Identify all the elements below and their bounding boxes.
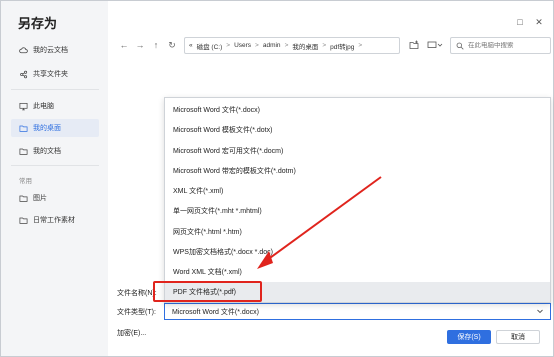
new-folder-icon [409, 40, 419, 49]
close-button[interactable]: ✕ [532, 15, 546, 29]
cancel-button[interactable]: 取消 [496, 330, 540, 344]
sidebar-item-pictures[interactable]: 图片 [11, 189, 99, 207]
dialog-title: 另存为 [18, 16, 58, 31]
filetype-option[interactable]: Microsoft Word 宏可用文件(*.docm) [165, 141, 550, 161]
search-input[interactable] [468, 42, 546, 49]
sidebar-item-daily-materials[interactable]: 日常工作素材 [11, 211, 99, 229]
cloud-icon [19, 46, 28, 53]
breadcrumb-item[interactable]: Users [234, 42, 251, 49]
forward-button[interactable]: → [134, 39, 146, 51]
sidebar-item-label: 日常工作素材 [33, 217, 75, 224]
chevron-down-icon [537, 309, 543, 314]
sidebar-item-label: 图片 [33, 195, 47, 202]
sidebar-item-label: 此电脑 [33, 103, 54, 110]
save-button[interactable]: 保存(S) [447, 330, 491, 344]
folder-icon [19, 217, 28, 224]
folder-icon [19, 195, 28, 202]
sidebar-item-label: 我的桌面 [33, 125, 61, 132]
sidebar-divider [11, 89, 99, 90]
filetype-option-pdf[interactable]: PDF 文件格式(*.pdf) [165, 282, 550, 302]
filetype-option[interactable]: 单一网页文件(*.mht *.mhtml) [165, 201, 550, 221]
new-folder-button[interactable] [408, 39, 420, 51]
breadcrumb-item[interactable]: 我的桌面 [292, 41, 318, 51]
sidebar-item-cloud-docs[interactable]: 我的云文档 [11, 41, 99, 59]
breadcrumb-separator: > [226, 42, 231, 49]
filetype-option[interactable]: 网页文件(*.html *.htm) [165, 222, 550, 242]
sidebar-item-my-desktop[interactable]: 我的桌面 [11, 119, 99, 137]
breadcrumb-separator: > [255, 42, 259, 49]
chevron-down-icon [437, 43, 443, 47]
share-icon [20, 70, 28, 78]
sidebar-item-this-pc[interactable]: 此电脑 [11, 97, 99, 115]
folder-icon [19, 148, 28, 155]
back-button[interactable]: ← [118, 39, 130, 51]
search-box[interactable] [450, 37, 551, 54]
address-bar[interactable]: « 磁盘 (C:) > Users > admin > 我的桌面 > pdf转j… [184, 37, 400, 54]
breadcrumb-item[interactable]: pdf转jpg [330, 41, 354, 51]
sidebar: 另存为 我的云文档 共享文件夹 此电脑 我的桌面 我的文档 常用 图片 日常工作… [1, 1, 108, 356]
sidebar-item-label: 我的文档 [33, 148, 61, 155]
filetype-option[interactable]: Word XML 文档(*.xml) [165, 262, 550, 282]
sidebar-item-label: 我的云文档 [33, 47, 68, 54]
filetype-selected-value: Microsoft Word 文件(*.docx) [172, 308, 259, 316]
folder-icon [19, 125, 28, 132]
filename-label: 文件名称(N): [117, 290, 157, 297]
view-icon [427, 41, 437, 48]
breadcrumb-item[interactable]: 磁盘 (C:) [197, 41, 223, 51]
breadcrumb-overflow[interactable]: « [189, 42, 193, 49]
sidebar-divider [11, 165, 99, 166]
filetype-option[interactable]: WPS加密文档格式(*.docx *.doc) [165, 242, 550, 262]
filetype-label: 文件类型(T): [117, 309, 156, 316]
sidebar-item-shared-folder[interactable]: 共享文件夹 [11, 65, 99, 83]
search-icon [456, 42, 464, 50]
view-mode-button[interactable] [425, 39, 445, 51]
maximize-button[interactable]: □ [513, 15, 527, 29]
breadcrumb-separator: > [358, 42, 363, 49]
computer-icon [19, 102, 28, 110]
filetype-option[interactable]: Microsoft Word 带宏的模板文件(*.dotm) [165, 161, 550, 181]
encrypt-link[interactable]: 加密(E)... [117, 328, 146, 338]
sidebar-item-my-documents[interactable]: 我的文档 [11, 142, 99, 160]
filetype-option[interactable]: Microsoft Word 模板文件(*.dotx) [165, 120, 550, 140]
save-as-dialog: 另存为 我的云文档 共享文件夹 此电脑 我的桌面 我的文档 常用 图片 日常工作… [0, 0, 554, 357]
filetype-option[interactable]: Microsoft Word 文件(*.docx) [165, 100, 550, 120]
filetype-select[interactable]: Microsoft Word 文件(*.docx) [164, 303, 551, 320]
sidebar-item-label: 共享文件夹 [33, 71, 68, 78]
breadcrumb-separator: > [322, 42, 327, 49]
refresh-button[interactable]: ↻ [166, 39, 178, 51]
filetype-option[interactable]: XML 文件(*.xml) [165, 181, 550, 201]
breadcrumb-separator: > [284, 42, 289, 49]
up-button[interactable]: ↑ [150, 39, 162, 51]
filetype-dropdown: Microsoft Word 文件(*.docx) Microsoft Word… [164, 97, 551, 303]
sidebar-section-common: 常用 [19, 178, 32, 185]
breadcrumb-item[interactable]: admin [263, 42, 281, 49]
